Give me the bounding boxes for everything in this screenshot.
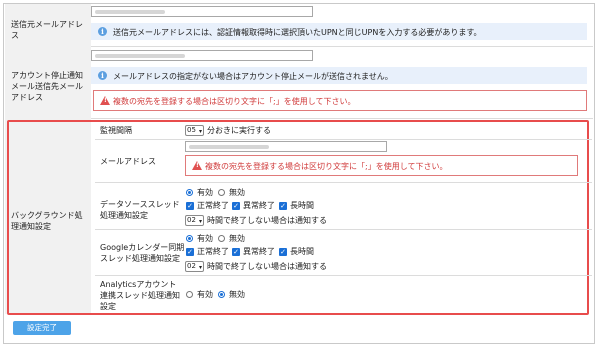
google-long-label: 長時間 <box>290 247 314 256</box>
google-enabled-label: 有効 <box>197 234 213 243</box>
datasource-abnormal-checkbox[interactable]: ✓ <box>232 202 240 210</box>
datasource-enabled-label: 有効 <box>197 188 213 197</box>
chevron-down-icon: ▾ <box>198 128 202 135</box>
stop-notify-info-box: i メールアドレスの指定がない場合はアカウント停止メールが送信されません。 <box>91 67 587 84</box>
sender-label-cell: 送信元メールアドレス <box>5 4 91 46</box>
analytics-label: Analyticsアカウント連携スレッド処理通知設定 <box>100 280 180 311</box>
google-abnormal-checkbox[interactable]: ✓ <box>232 248 240 256</box>
analytics-enabled-radio[interactable] <box>186 291 193 298</box>
warning-icon: ! <box>192 161 202 170</box>
analytics-disabled-label: 無効 <box>229 290 245 299</box>
datasource-disabled-label: 無効 <box>229 188 245 197</box>
stop-notify-warning-text: 複数の宛先を登録する場合は区切り文字に「;」を使用して下さい。 <box>113 97 356 106</box>
bg-mail-input[interactable] <box>185 141 387 152</box>
stop-notify-email-input[interactable] <box>91 50 313 61</box>
stop-notify-label: アカウント停止通知メール送信先メールアドレス <box>11 71 83 102</box>
google-normal-checkbox[interactable]: ✓ <box>186 248 194 256</box>
divider <box>95 182 592 183</box>
sender-label: 送信元メールアドレス <box>11 20 83 40</box>
info-icon: i <box>98 27 107 36</box>
chevron-down-icon: ▾ <box>198 218 202 225</box>
mail-label: メールアドレス <box>100 157 156 166</box>
interval-suffix: 分おきに実行する <box>207 126 271 135</box>
bg-mail-warning-text: 複数の宛先を登録する場合は区切り文字に「;」を使用して下さい。 <box>205 162 448 171</box>
info-icon: i <box>98 71 107 80</box>
stop-notify-info-text: メールアドレスの指定がない場合はアカウント停止メールが送信されません。 <box>113 72 393 81</box>
interval-label: 監視間隔 <box>100 126 132 135</box>
stop-notify-row: アカウント停止通知メール送信先メールアドレス i メールアドレスの指定がない場合… <box>5 46 593 119</box>
stop-notify-warning-box: ! 複数の宛先を登録する場合は区切り文字に「;」を使用して下さい。 <box>93 90 587 111</box>
google-disabled-radio[interactable] <box>218 235 225 242</box>
datasource-hours-value: 02 <box>187 216 196 224</box>
datasource-long-label: 長時間 <box>290 201 314 210</box>
datasource-normal-checkbox[interactable]: ✓ <box>186 202 194 210</box>
google-long-checkbox[interactable]: ✓ <box>279 248 287 256</box>
datasource-label: データソーススレッド処理通知設定 <box>100 200 180 220</box>
datasource-abnormal-label: 異常終了 <box>243 201 275 210</box>
sender-info-box: i 送信元メールアドレスには、認証情報取得時に選択頂いたUPNと同じUPNを入力… <box>91 23 587 40</box>
google-label: Googleカレンダー同期スレッド処理通知設定 <box>100 243 185 263</box>
bg-mail-warning-box: ! 複数の宛先を登録する場合は区切り文字に「;」を使用して下さい。 <box>185 155 578 176</box>
chevron-down-icon: ▾ <box>198 264 202 271</box>
google-hours-suffix: 時間で終了しない場合は通知する <box>207 262 327 271</box>
divider <box>95 229 592 230</box>
sender-row: 送信元メールアドレス i 送信元メールアドレスには、認証情報取得時に選択頂いたU… <box>5 4 593 47</box>
analytics-enabled-label: 有効 <box>197 290 213 299</box>
google-hours-value: 02 <box>187 262 196 270</box>
datasource-long-checkbox[interactable]: ✓ <box>279 202 287 210</box>
redacted-email <box>189 145 269 149</box>
redacted-email <box>95 10 165 14</box>
submit-button[interactable]: 設定完了 <box>13 321 71 335</box>
datasource-hours-suffix: 時間で終了しない場合は通知する <box>207 216 327 225</box>
stop-notify-label-cell: アカウント停止通知メール送信先メールアドレス <box>5 46 91 118</box>
divider <box>95 275 592 276</box>
datasource-enabled-radio[interactable] <box>186 189 193 196</box>
google-abnormal-label: 異常終了 <box>243 247 275 256</box>
google-normal-label: 正常終了 <box>197 247 229 256</box>
google-disabled-label: 無効 <box>229 234 245 243</box>
datasource-hours-select[interactable]: 02 ▾ <box>185 215 204 226</box>
google-hours-select[interactable]: 02 ▾ <box>185 261 204 272</box>
sender-info-text: 送信元メールアドレスには、認証情報取得時に選択頂いたUPNと同じUPNを入力する… <box>113 28 482 37</box>
google-enabled-radio[interactable] <box>186 235 193 242</box>
interval-select[interactable]: 05 ▾ <box>185 125 204 136</box>
interval-value: 05 <box>187 126 196 134</box>
warning-icon: ! <box>100 96 110 105</box>
redacted-email <box>95 54 185 58</box>
datasource-normal-label: 正常終了 <box>197 201 229 210</box>
sender-email-input[interactable] <box>91 6 313 17</box>
datasource-disabled-radio[interactable] <box>218 189 225 196</box>
analytics-disabled-radio[interactable] <box>218 291 225 298</box>
divider <box>95 139 592 140</box>
